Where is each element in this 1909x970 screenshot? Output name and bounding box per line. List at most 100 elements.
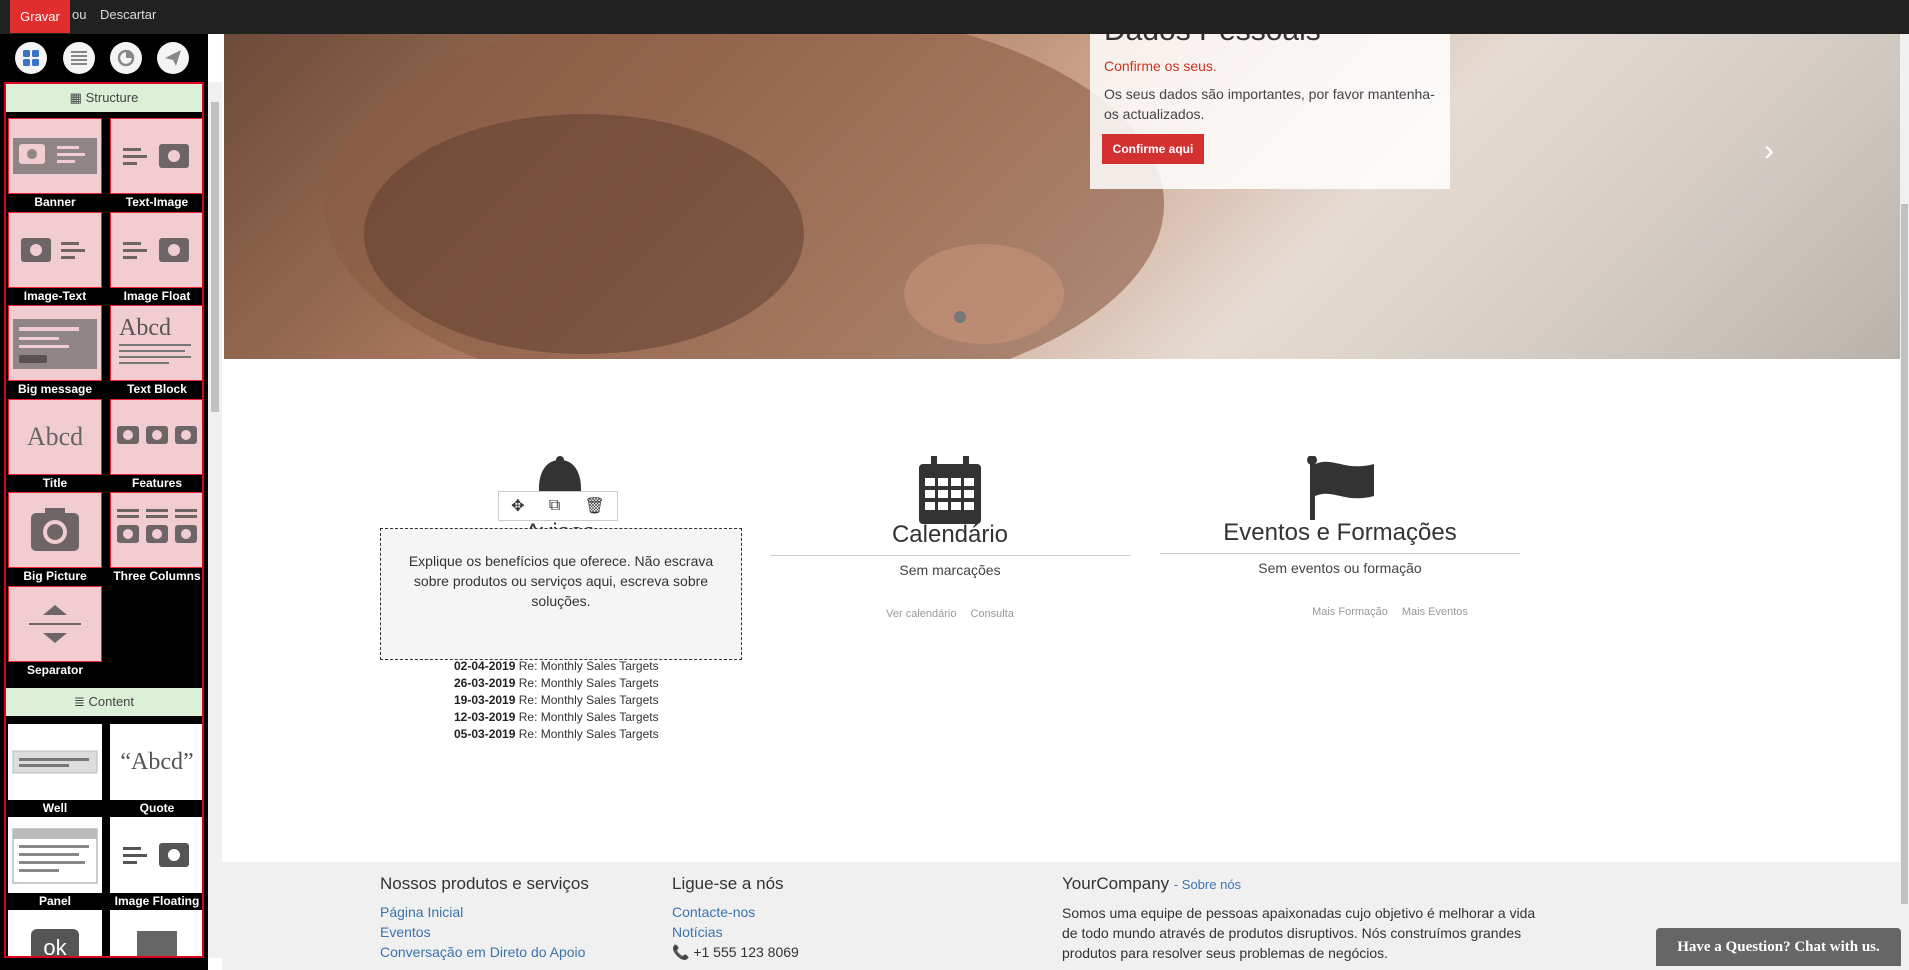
footer-products-title: Nossos produtos e serviços: [380, 874, 589, 893]
contact-us-link[interactable]: Contacte-nos: [672, 902, 952, 922]
content-tab-button[interactable]: [63, 42, 95, 74]
panel-toolbar: [0, 34, 208, 80]
footer-company: YourCompany - Sobre nós Somos uma equipe…: [1062, 874, 1542, 963]
snippet-image-float[interactable]: Image Float: [110, 212, 202, 304]
snippet-label: Image Floating: [114, 894, 200, 908]
list-item[interactable]: 19-03-2019 Re: Monthly Sales Targets: [454, 692, 659, 709]
snippet-text-block[interactable]: Abcd Text Block: [110, 305, 202, 397]
big-message-thumbnail: [8, 305, 102, 381]
snippet-button[interactable]: ok: [8, 910, 102, 956]
list-item[interactable]: 05-03-2019 Re: Monthly Sales Targets: [454, 726, 659, 743]
snippet-banner[interactable]: Banner: [8, 118, 102, 210]
blocks-tab-button[interactable]: [15, 42, 47, 74]
divider: [770, 555, 1130, 556]
snippet-separator[interactable]: Separator: [8, 586, 102, 678]
snippet-list: ▦ Structure Banner Text-Image Image-Text…: [4, 82, 204, 958]
more-events-link[interactable]: Mais Eventos: [1402, 606, 1468, 618]
snippet-image-floating[interactable]: Image Floating: [110, 817, 202, 909]
snippet-label: Well: [42, 801, 68, 815]
snippet-features[interactable]: Features: [110, 399, 202, 491]
content-label: Content: [88, 694, 135, 709]
snippet-big-message[interactable]: Big message: [8, 305, 102, 397]
about-link[interactable]: - Sobre nós: [1174, 877, 1241, 892]
snippet-title[interactable]: Abcd Title: [8, 399, 102, 491]
footer: Nossos produtos e serviços Página Inicia…: [222, 862, 1902, 970]
list-icon: [71, 51, 87, 65]
snippet-label: Image Float: [123, 289, 191, 303]
notices-text[interactable]: Explique os benefícios que oferece. Não …: [381, 529, 741, 633]
hero-title: Dados Pessoais: [1104, 34, 1321, 48]
image-text-thumbnail: [8, 212, 102, 288]
calendar-title: Calendário: [891, 521, 1009, 548]
snippet-big-picture[interactable]: Big Picture: [8, 492, 102, 584]
panel-thumbnail: [8, 817, 102, 893]
carousel-indicator[interactable]: [954, 311, 966, 323]
image-float-thumbnail: [110, 212, 202, 288]
company-name: YourCompany: [1062, 874, 1170, 893]
live-chat-button[interactable]: Have a Question? Chat with us.: [1656, 928, 1901, 966]
image-floating-thumbnail: [110, 817, 202, 893]
list-item[interactable]: 02-04-2019 Re: Monthly Sales Targets: [454, 658, 659, 675]
snippet-label: Three Columns: [113, 569, 201, 583]
text-image-thumbnail: [110, 118, 202, 194]
calendar-icon: [919, 456, 981, 524]
discard-link[interactable]: Descartar: [100, 7, 156, 22]
quote-thumbnail: “Abcd”: [110, 724, 202, 800]
snippet-three-columns[interactable]: Three Columns: [110, 492, 202, 584]
news-link[interactable]: Notícias: [672, 922, 952, 942]
snippet-flag[interactable]: [110, 910, 202, 956]
text-block-sample: Abcd: [119, 314, 171, 341]
button-thumbnail: ok: [8, 910, 102, 956]
more-training-link[interactable]: Mais Formação: [1312, 606, 1388, 618]
snippet-image-text[interactable]: Image-Text: [8, 212, 102, 304]
snippet-label: Image-Text: [23, 289, 87, 303]
paper-plane-icon: [165, 50, 181, 66]
view-calendar-link[interactable]: Ver calendário: [886, 608, 956, 620]
editable-text-block[interactable]: Explique os benefícios que oferece. Não …: [380, 528, 742, 660]
title-sample: Abcd: [26, 422, 84, 451]
snippet-label: Panel: [38, 894, 71, 908]
page-canvas: Dados Pessoais Confirme os seus. Os seus…: [222, 34, 1909, 970]
flag-icon: [1307, 455, 1374, 520]
events-column: Eventos e Formações Sem eventos ou forma…: [1160, 424, 1520, 618]
hero-background-image: [324, 34, 1164, 359]
snippet-label: Features: [131, 476, 183, 490]
consult-link[interactable]: Consulta: [970, 608, 1013, 620]
snippet-label: Text Block: [127, 382, 187, 396]
snippet-label: Quote: [139, 801, 175, 815]
events-link[interactable]: Eventos: [380, 922, 660, 942]
move-icon[interactable]: ✥: [511, 496, 524, 516]
list-item[interactable]: 12-03-2019 Re: Monthly Sales Targets: [454, 709, 659, 726]
live-chat-link[interactable]: Conversação em Direto do Apoio: [380, 942, 660, 962]
snippet-well[interactable]: Well: [8, 724, 102, 816]
trash-icon[interactable]: 🗑: [585, 496, 605, 516]
snippets-panel: ▦ Structure Banner Text-Image Image-Text…: [0, 34, 208, 970]
content-category-header: ≣ Content: [6, 688, 202, 716]
scroll-thumb[interactable]: [211, 102, 219, 412]
big-picture-thumbnail: [8, 492, 102, 568]
quote-sample: Abcd: [131, 748, 183, 775]
chevron-right-icon[interactable]: ›: [1764, 134, 1774, 168]
snippet-label: Text-Image: [125, 195, 189, 209]
snippet-label: Title: [42, 476, 68, 490]
snippet-quote[interactable]: “Abcd” Quote: [110, 724, 202, 816]
clone-icon[interactable]: ⧉: [549, 497, 560, 515]
list-item[interactable]: 26-03-2019 Re: Monthly Sales Targets: [454, 675, 659, 692]
panel-scrollbar[interactable]: [208, 82, 222, 958]
page-scrollbar[interactable]: [1900, 34, 1909, 970]
home-link[interactable]: Página Inicial: [380, 902, 660, 922]
structure-label: Structure: [85, 90, 139, 105]
scroll-thumb[interactable]: [1901, 204, 1908, 904]
structure-category-header: ▦ Structure: [6, 84, 202, 112]
snippet-label: Separator: [26, 663, 84, 677]
effects-tab-button[interactable]: [157, 42, 189, 74]
features-tab-button[interactable]: [110, 42, 142, 74]
save-button[interactable]: Gravar: [10, 0, 70, 33]
events-links: Mais Formação Mais Eventos: [1160, 606, 1520, 618]
flag-thumbnail: [110, 910, 202, 956]
separator-thumbnail: [8, 586, 102, 662]
confirm-button[interactable]: Confirme aqui: [1102, 134, 1204, 164]
snippet-panel[interactable]: Panel: [8, 817, 102, 909]
snippet-text-image[interactable]: Text-Image: [110, 118, 202, 210]
company-description: Somos uma equipe de pessoas apaixonadas …: [1062, 905, 1536, 961]
